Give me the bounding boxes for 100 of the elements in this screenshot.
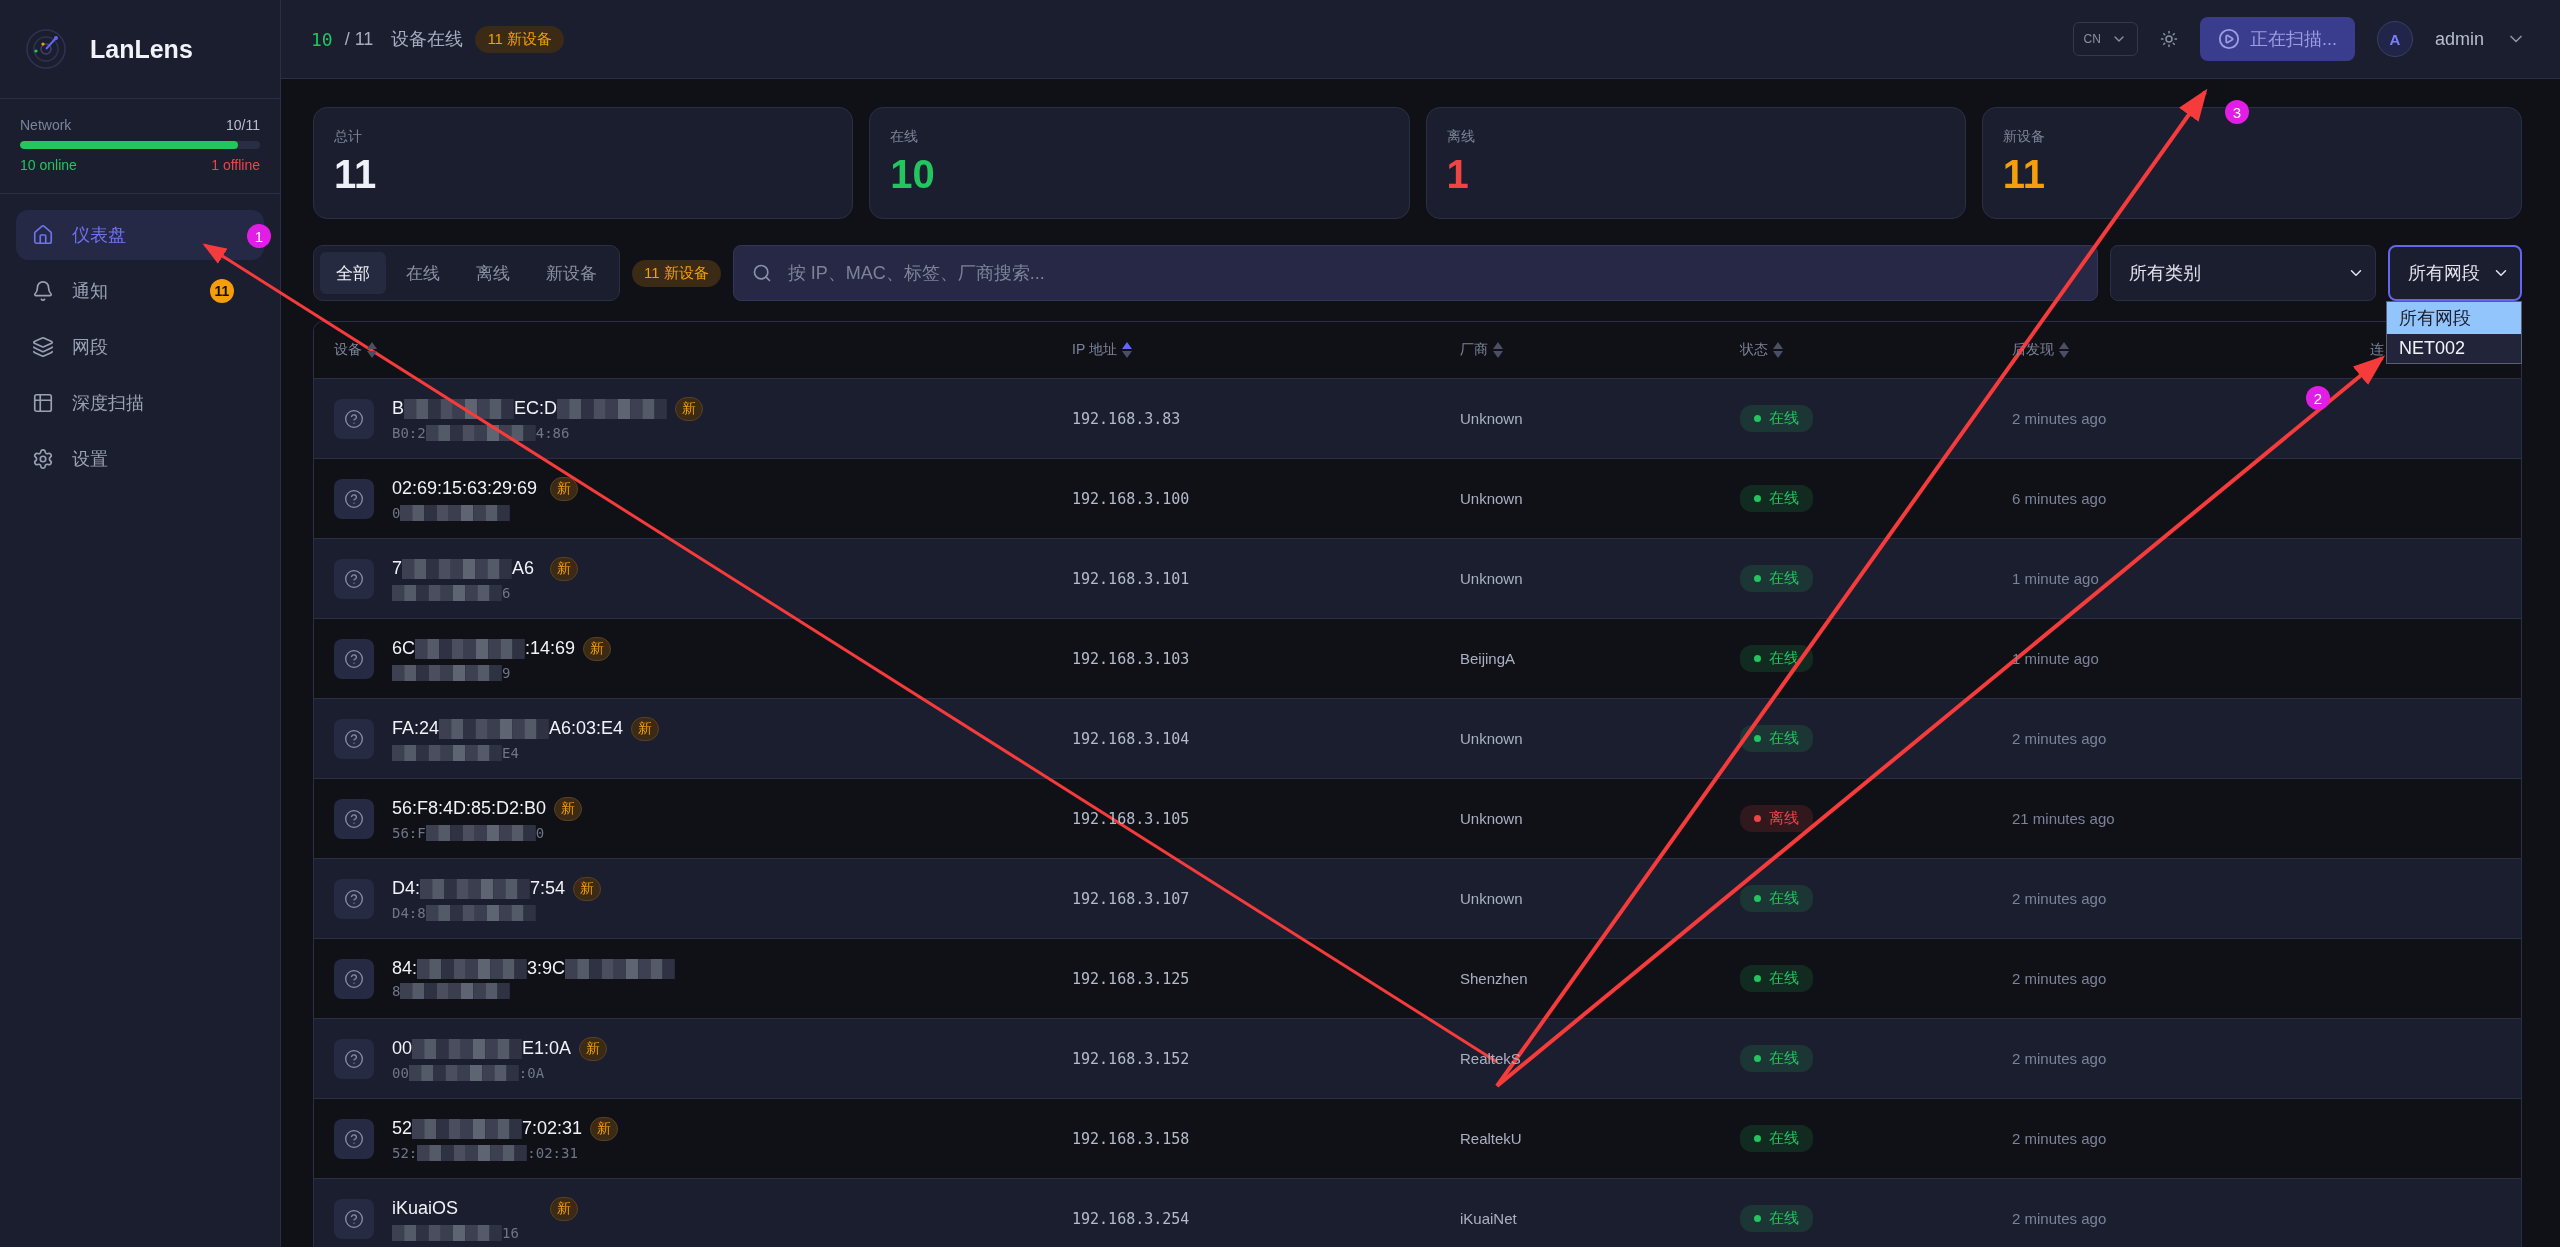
ip-address: 192.168.3.152 [1072, 1049, 1190, 1068]
settings-icon [32, 448, 54, 470]
ip-address: 192.168.3.254 [1072, 1209, 1190, 1228]
status-label: 在线 [1769, 569, 1799, 588]
network-label: Network [20, 117, 72, 133]
total-count: / 11 [344, 28, 374, 50]
column-header[interactable]: 厂商 [1460, 341, 1488, 359]
last-seen: 2 minutes ago [2012, 1210, 2107, 1227]
vendor-name: Shenzhen [1460, 970, 1528, 987]
mac-address: 52: :02:31 [392, 1144, 579, 1161]
sort-icon[interactable] [366, 341, 378, 359]
new-tag: 新 [675, 396, 704, 421]
last-seen: 2 minutes ago [2012, 890, 2107, 907]
search-field[interactable]: 按 IP、MAC、标签、厂商搜索... [732, 245, 2098, 301]
sun-icon[interactable] [2159, 30, 2178, 48]
help-icon [334, 1118, 374, 1159]
mac-address: B0:2 4:86 [392, 424, 571, 441]
mac-address: D4:8 [392, 904, 602, 921]
table-row[interactable]: D4: 7:54 新 D4:8 192.168.3.107 Unknown 在线 2 minutes ago [314, 859, 2521, 939]
filter-tab[interactable]: 离线 [460, 252, 526, 294]
help-icon [334, 718, 374, 759]
sort-icon[interactable] [1772, 341, 1784, 359]
sidebar-item-label: 设置 [72, 448, 108, 471]
status-label: 在线 [1769, 1129, 1799, 1148]
new-tag: 新 [550, 1196, 578, 1221]
filter-tab[interactable]: 在线 [390, 252, 456, 294]
help-icon [334, 478, 374, 519]
last-seen: 2 minutes ago [2012, 410, 2107, 427]
table-row[interactable]: FA:24 A6:03:E4 新 E4 192.168.3.104 Unknown 在线 2 minutes ago [314, 699, 2521, 779]
filter-tab[interactable]: 新设备 [530, 252, 613, 294]
category-select[interactable]: 所有类别 [2110, 245, 2376, 301]
app-name: LanLens [90, 34, 193, 64]
column-header[interactable]: 连 [2370, 341, 2384, 359]
vendor-name: Unknown [1460, 410, 1523, 427]
help-icon [334, 798, 374, 839]
segment-select[interactable]: 所有网段 [2388, 245, 2522, 301]
status-label: 在线 [1769, 1049, 1799, 1068]
scan-button[interactable]: 正在扫描... [2199, 17, 2355, 61]
help-icon [334, 958, 374, 999]
language-select[interactable]: CN [2072, 22, 2138, 56]
sidebar-item[interactable]: 设置 [16, 434, 264, 484]
stat-label: 总计 [334, 128, 363, 146]
stat-value: 11 [2002, 154, 2047, 194]
sidebar-item[interactable]: 深度扫描 [16, 378, 264, 428]
new-tag: 新 [631, 716, 660, 741]
help-icon [334, 638, 374, 679]
column-header[interactable]: 状态 [1740, 341, 1768, 359]
new-tag: 新 [579, 1036, 608, 1061]
dropdown-option[interactable]: NET002 [2387, 334, 2521, 363]
column-header[interactable]: IP 地址 [1072, 341, 1117, 359]
new-devices-badge: 11 新设备 [632, 259, 721, 287]
stat-label: 新设备 [2002, 128, 2046, 146]
network-count: 10/11 [226, 117, 260, 133]
sidebar-item-label: 网段 [72, 336, 108, 359]
sort-icon[interactable] [1120, 341, 1133, 359]
callout-marker: 3 [2225, 100, 2249, 124]
status-label: 在线 [1769, 729, 1799, 748]
sort-icon[interactable] [2058, 341, 2070, 359]
vendor-name: Unknown [1460, 810, 1523, 827]
stat-value: 1 [1446, 154, 1470, 194]
user-name[interactable]: admin [2434, 28, 2484, 50]
help-icon [334, 558, 374, 599]
status-label: 在线 [1769, 969, 1799, 988]
table-row[interactable]: iKuaiOS 新 16 192.168.3.254 iKuaiNet 在线 2 minutes ago [314, 1179, 2521, 1247]
mac-address: 56:F 0 [392, 824, 546, 841]
vendor-name: Unknown [1460, 570, 1523, 587]
sidebar-item[interactable]: 网段 [16, 322, 264, 372]
ip-address: 192.168.3.83 [1072, 409, 1181, 428]
vendor-name: iKuaiNet [1460, 1210, 1517, 1227]
new-tag: 新 [590, 1116, 619, 1141]
offline-count: 1 offline [211, 157, 260, 173]
status-label: 离线 [1769, 809, 1799, 828]
sidebar-item[interactable]: 通知 11 [16, 266, 264, 316]
new-tag: 新 [550, 556, 578, 581]
vendor-name: BeijingA [1460, 650, 1516, 667]
last-seen: 2 minutes ago [2012, 1050, 2107, 1067]
sort-icon[interactable] [1492, 341, 1504, 359]
ip-address: 192.168.3.100 [1072, 489, 1190, 508]
last-seen: 2 minutes ago [2012, 730, 2107, 747]
column-header[interactable]: 设备 [334, 341, 362, 359]
device-name: 52 7:02:31 [392, 1118, 583, 1139]
vendor-name: Unknown [1460, 890, 1523, 907]
device-name: 6C :14:69 [392, 638, 576, 659]
mac-address: 16 [392, 1224, 578, 1241]
notification-badge: 11 [210, 279, 234, 303]
search-input[interactable]: 按 IP、MAC、标签、厂商搜索... [785, 261, 2079, 285]
status-label: 在线 [1769, 889, 1799, 908]
new-tag: 新 [573, 876, 602, 901]
last-seen: 1 minute ago [2012, 570, 2099, 587]
filter-tab[interactable]: 全部 [320, 252, 386, 294]
table-row[interactable]: 7 A6 新 6 192.168.3.101 Unknown 在线 1 minute ago [314, 539, 2521, 619]
stat-value: 11 [334, 154, 378, 194]
device-name: 84: 3:9C [392, 958, 676, 979]
device-name: 02:69:15:63:29:69 [392, 478, 539, 499]
new-devices-badge: 11 新设备 [475, 25, 565, 53]
help-icon [334, 398, 374, 439]
user-avatar[interactable]: A [2376, 21, 2413, 57]
dropdown-option[interactable]: 所有网段 [2387, 302, 2521, 334]
ip-address: 192.168.3.158 [1072, 1129, 1190, 1148]
ip-address: 192.168.3.101 [1072, 569, 1190, 588]
